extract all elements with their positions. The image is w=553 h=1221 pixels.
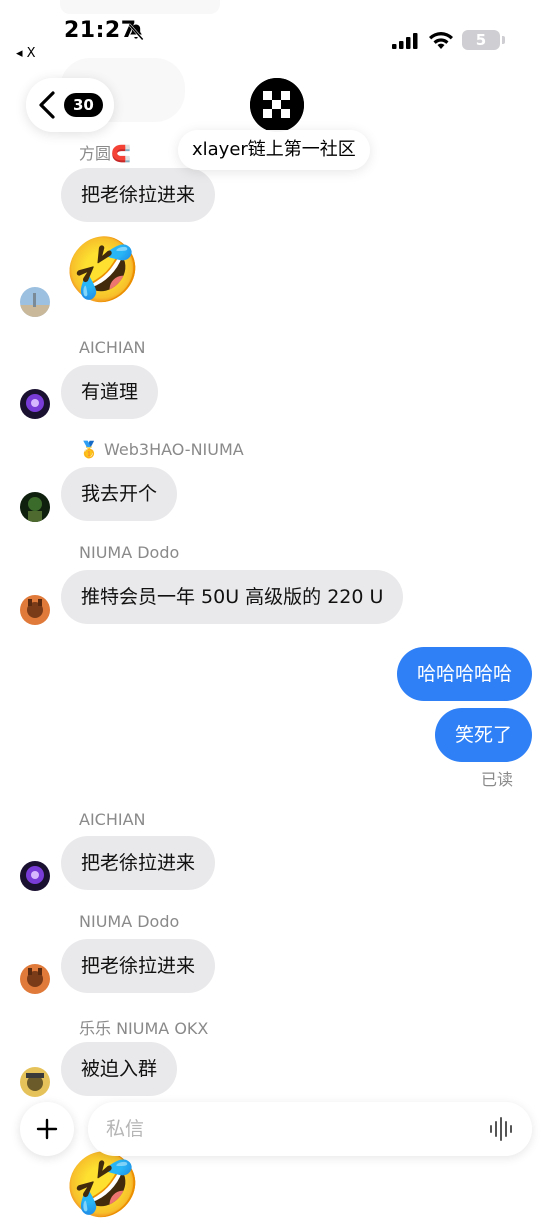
avatar[interactable] [20, 1067, 50, 1097]
avatar-orange-image [20, 964, 50, 994]
outgoing-message-bubble[interactable]: 笑死了 [434, 708, 532, 762]
avatar[interactable] [20, 389, 50, 419]
message-bubble[interactable]: 推特会员一年 50U 高级版的 220 U [61, 570, 404, 624]
message-input-placeholder: 私信 [106, 1118, 145, 1140]
chevron-left-icon [39, 91, 55, 119]
attach-button[interactable] [20, 1102, 74, 1156]
signal-icon [392, 33, 418, 49]
message-bubble[interactable]: 我去开个 [61, 467, 178, 521]
voice-wave-icon[interactable] [488, 1116, 514, 1142]
avatar[interactable] [20, 861, 50, 891]
bell-slash-icon [128, 23, 144, 41]
avatar[interactable] [20, 964, 50, 994]
read-status: 已读 [480, 770, 513, 789]
message-bubble[interactable]: 被迫入群 [61, 1042, 178, 1096]
battery-level: 5 [475, 31, 487, 49]
sender-name: AICHIAN [79, 810, 146, 829]
avatar[interactable] [20, 287, 50, 317]
battery-nub [502, 36, 505, 44]
avatar[interactable] [20, 595, 50, 625]
message-bubble[interactable]: 有道理 [61, 365, 159, 419]
battery-icon: 5 [462, 30, 500, 50]
sender-name: NIUMA Dodo [79, 543, 180, 562]
avatar-green-image [20, 492, 50, 522]
avatar-landscape-image [20, 287, 50, 317]
okx-logo-icon [250, 78, 304, 132]
unread-count-badge: 30 [64, 93, 103, 117]
outgoing-message-bubble[interactable]: 哈哈哈哈哈 [396, 647, 532, 701]
emoji-message[interactable]: 🤣 [64, 1150, 141, 1220]
sender-name: 🥇 Web3HAO-NIUMA [79, 440, 244, 459]
group-title[interactable]: xlayer链上第一社区 [178, 130, 370, 170]
emoji-message[interactable]: 🤣 [64, 235, 141, 305]
avatar-yellow-image [20, 1067, 50, 1097]
wifi-icon [429, 32, 453, 49]
status-bar: 21:27 ◂ X 5 [0, 0, 553, 61]
sender-name: NIUMA Dodo [79, 912, 180, 931]
sender-name: 方圆🧲 [79, 144, 131, 163]
avatar-purple-image [20, 389, 50, 419]
message-bubble[interactable]: 把老徐拉进来 [61, 168, 216, 222]
back-to-app-link[interactable]: ◂ X [16, 46, 36, 61]
sender-name: 乐乐 NIUMA OKX [79, 1019, 209, 1038]
sender-name: AICHIAN [79, 338, 146, 357]
avatar-purple-image [20, 861, 50, 891]
message-input[interactable]: 私信 [88, 1102, 532, 1156]
message-bubble[interactable]: 把老徐拉进来 [61, 939, 216, 993]
back-button[interactable]: 30 [26, 78, 114, 132]
plus-icon [36, 1118, 58, 1140]
avatar-orange-image [20, 595, 50, 625]
message-bubble[interactable]: 把老徐拉进来 [61, 836, 216, 890]
group-avatar[interactable] [250, 78, 304, 132]
avatar[interactable] [20, 492, 50, 522]
